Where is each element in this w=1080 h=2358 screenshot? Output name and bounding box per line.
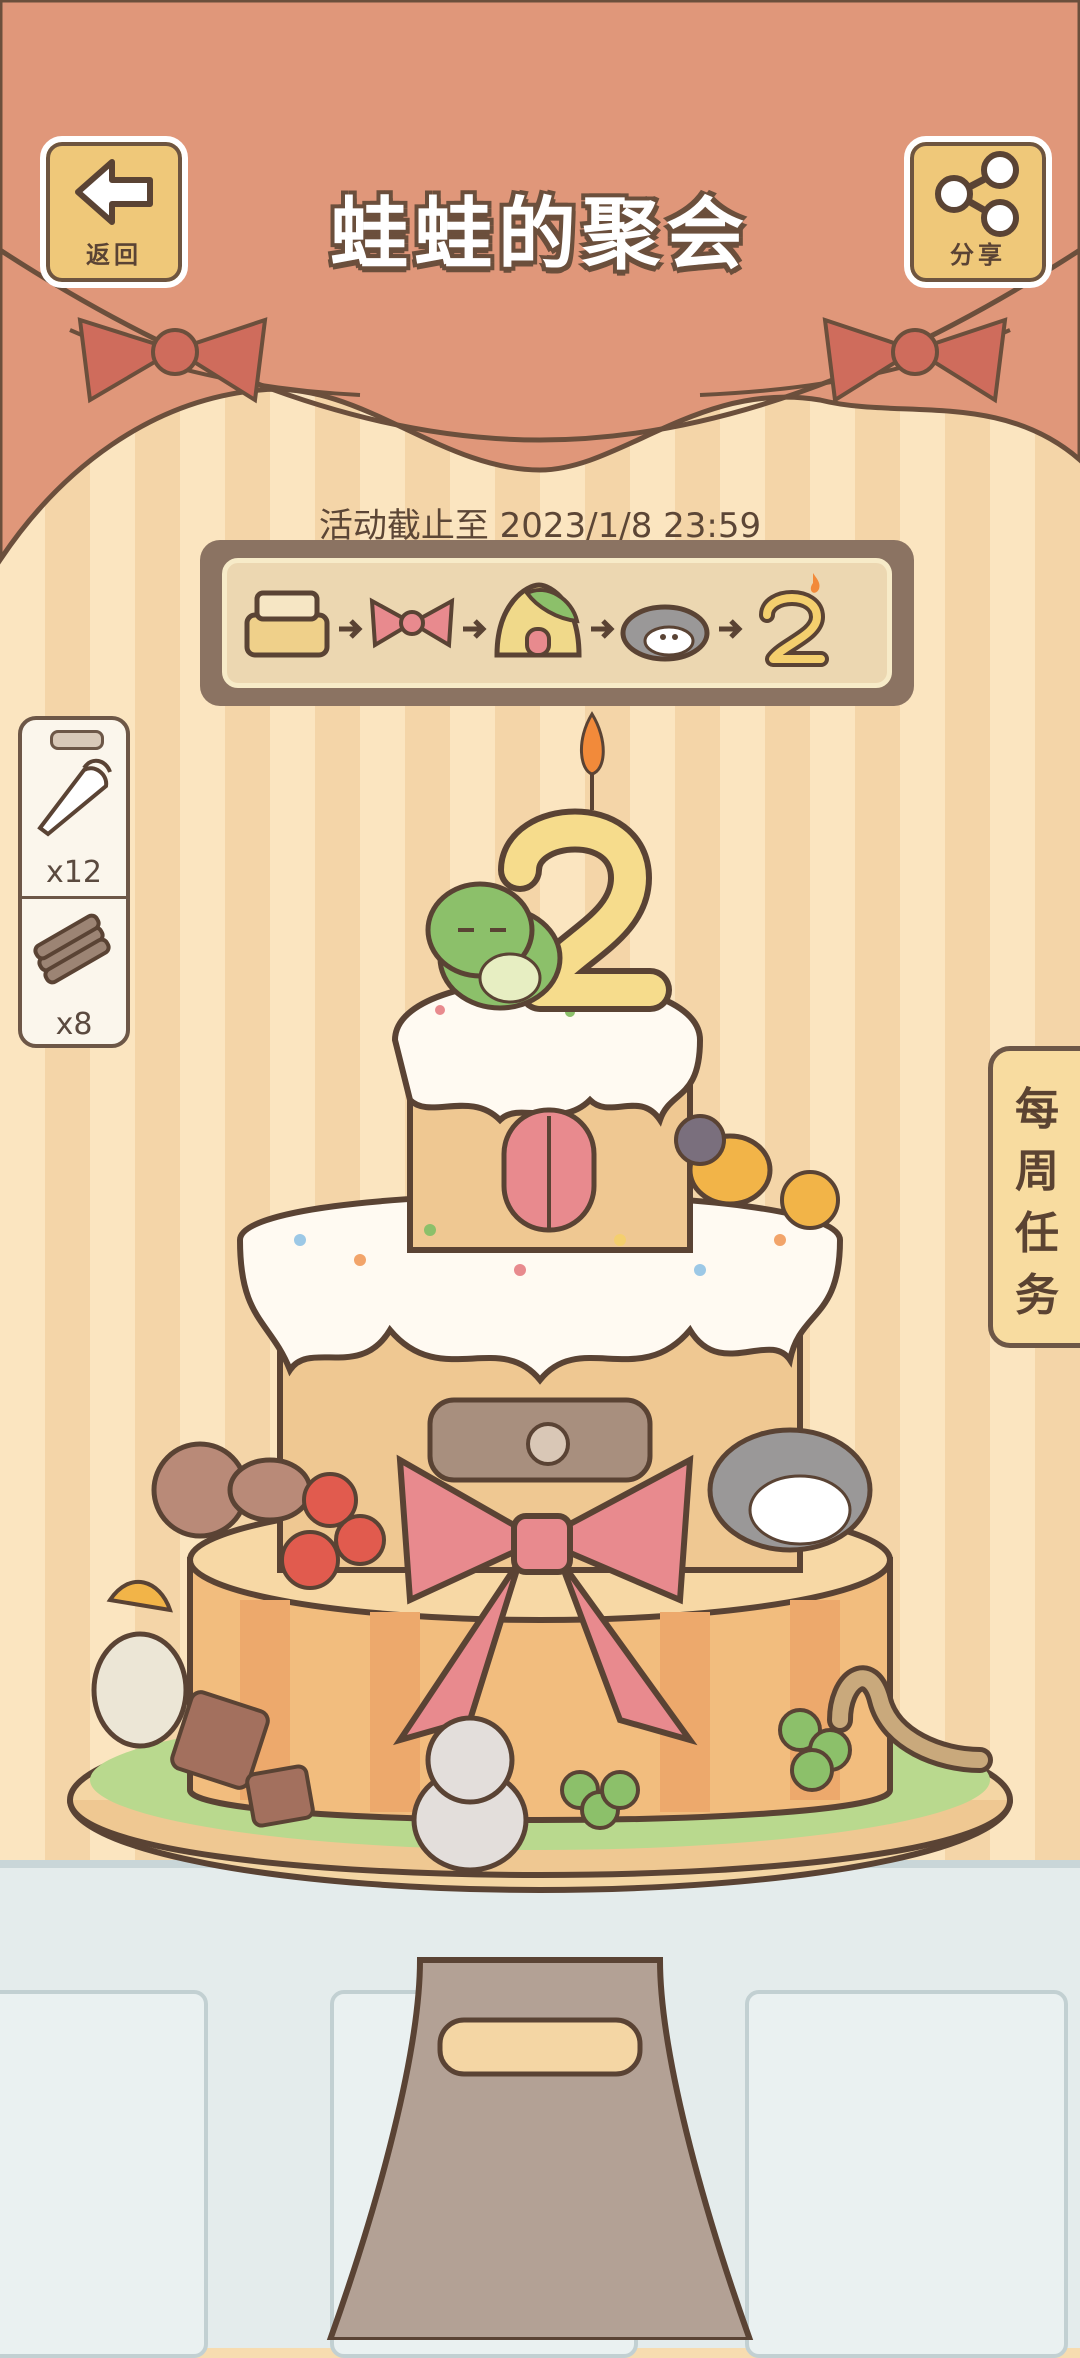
curtain: [0, 0, 1080, 565]
page-title: 蛙蛙的聚会: [329, 190, 750, 280]
frog-character: [425, 881, 563, 1011]
house-icon: [494, 582, 582, 658]
hamster-character: [411, 1715, 529, 1873]
ribbon-icon: [369, 597, 455, 649]
progress-steps: [244, 573, 829, 667]
cake-illustration[interactable]: [0, 700, 1080, 2340]
cake-tier-top: [391, 977, 704, 1253]
number-two-candle-icon: [759, 573, 829, 667]
hedgehog-character: [707, 1427, 873, 1553]
hedgehog-icon: [620, 604, 710, 662]
bird-character: [91, 1579, 189, 1749]
cake-base-icon: [244, 590, 330, 658]
progress-banner[interactable]: [200, 540, 914, 706]
